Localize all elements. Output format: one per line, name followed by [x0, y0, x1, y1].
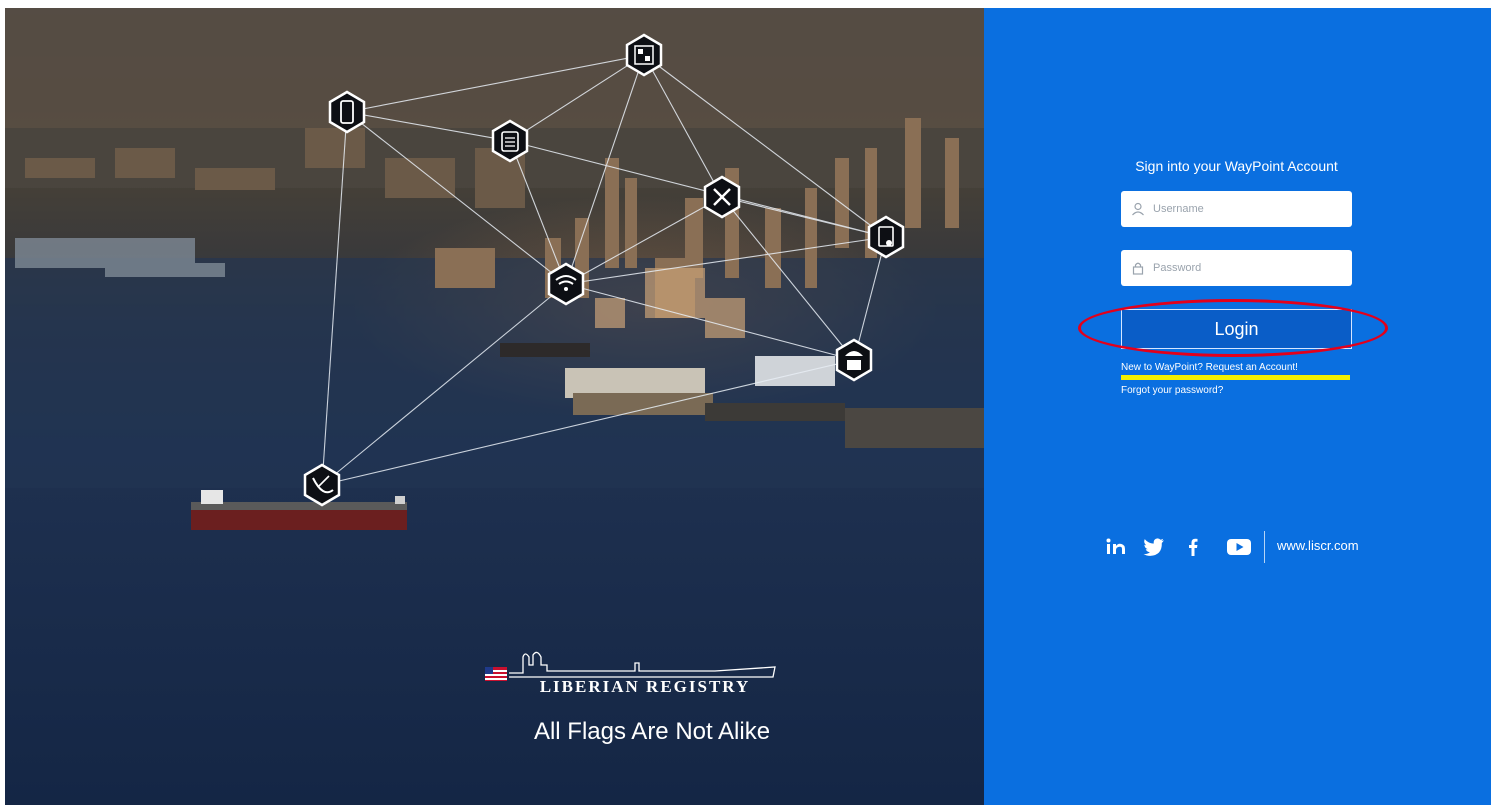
lock-icon: [1132, 262, 1144, 275]
certificate-icon: [867, 215, 905, 259]
flag-icon: [485, 667, 507, 681]
password-field[interactable]: [1121, 250, 1352, 286]
password-input[interactable]: [1153, 262, 1333, 274]
facebook-glyph: [1189, 538, 1198, 556]
engineer-helmet-icon: [835, 338, 873, 382]
mobile-phone-icon: [328, 90, 366, 134]
linkedin-glyph: [1106, 538, 1125, 554]
tanker-ship: [191, 490, 407, 530]
hero-image: LIBERIAN REGISTRY All Flags Are Not Alik…: [5, 8, 984, 805]
qr-code-icon: [625, 33, 663, 77]
request-account-highlight: [1121, 375, 1350, 380]
signin-panel: [984, 8, 1491, 805]
login-button[interactable]: Login: [1121, 309, 1352, 349]
website-link[interactable]: www.liscr.com: [1277, 538, 1359, 553]
linkedin-icon[interactable]: [1106, 535, 1128, 559]
brand-name: LIBERIAN REGISTRY: [539, 677, 751, 696]
social-divider: [1264, 531, 1265, 563]
user-icon: [1132, 202, 1144, 216]
twitter-icon[interactable]: [1143, 535, 1165, 559]
username-field[interactable]: [1121, 191, 1352, 227]
wifi-icon: [547, 262, 585, 306]
tools-icon: [703, 175, 741, 219]
satellite-dish-icon: [303, 463, 341, 507]
twitter-glyph: [1143, 538, 1164, 556]
signin-title: Sign into your WayPoint Account: [1135, 158, 1338, 174]
request-account-link[interactable]: New to WayPoint? Request an Account!: [1121, 362, 1298, 373]
facebook-icon[interactable]: [1186, 535, 1200, 559]
tagline: All Flags Are Not Alike: [533, 718, 771, 745]
youtube-icon[interactable]: [1226, 535, 1252, 559]
clipboard-list-icon: [491, 119, 529, 163]
username-input[interactable]: [1153, 203, 1333, 215]
youtube-glyph: [1227, 539, 1251, 555]
forgot-password-link[interactable]: Forgot your password?: [1121, 385, 1223, 396]
